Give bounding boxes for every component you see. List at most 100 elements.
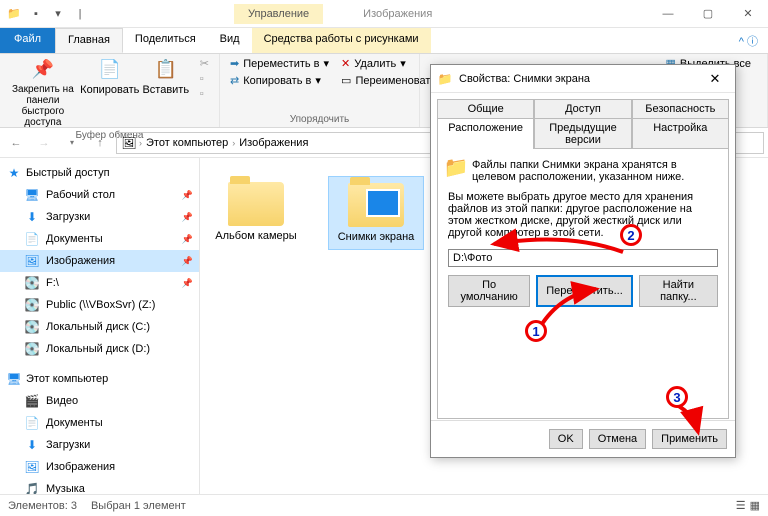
move-to-button[interactable]: ➡Переместить в ▾ xyxy=(226,56,333,71)
folder-icon: 📁 xyxy=(6,6,22,22)
pin-button[interactable]: 📌 Закрепить на панели быстрого доступа xyxy=(6,56,80,130)
nav-pictures2[interactable]: 🖼Изображения xyxy=(0,456,199,478)
contextual-tab-label: Управление xyxy=(234,4,323,24)
nav-videos[interactable]: 🎬Видео xyxy=(0,390,199,412)
crumb-pictures[interactable]: Изображения xyxy=(237,137,310,149)
nav-forward-button[interactable]: → xyxy=(32,131,56,155)
restore-default-button[interactable]: По умолчанию xyxy=(448,275,530,307)
ok-button[interactable]: OK xyxy=(549,429,583,449)
delete-label: Удалить xyxy=(354,58,396,70)
view-details-button[interactable]: ☰ xyxy=(736,499,746,512)
nav-public[interactable]: 💽Public (\\VBoxSvr) (Z:) xyxy=(0,294,199,316)
nav-quick-access[interactable]: ★Быстрый доступ xyxy=(0,162,199,184)
nav-up-button[interactable]: ↑ xyxy=(88,131,112,155)
navigation-pane: ★Быстрый доступ 🖥Рабочий стол📌 ⬇Загрузки… xyxy=(0,158,200,498)
ribbon-collapse-button[interactable]: ^ ⓘ xyxy=(729,28,768,53)
folder-icon: 📁 xyxy=(448,159,464,175)
tab-security[interactable]: Безопасность xyxy=(632,99,729,118)
ribbon-group-clipboard: 📌 Закрепить на панели быстрого доступа 📄… xyxy=(0,54,220,127)
nav-desktop[interactable]: 🖥Рабочий стол📌 xyxy=(0,184,199,206)
pictures-icon: 🖼 xyxy=(121,135,137,151)
dialog-tabs: Общие Доступ Безопасность Расположение П… xyxy=(431,93,735,149)
tab-view[interactable]: Вид xyxy=(208,28,252,53)
pin-label: Закрепить на панели быстрого доступа xyxy=(8,84,78,128)
move-button[interactable]: Переместить... xyxy=(536,275,633,307)
nav-d-drive[interactable]: 💽Локальный диск (D:) xyxy=(0,338,199,360)
documents-icon: 📄 xyxy=(24,231,40,247)
folder-label: Альбом камеры xyxy=(215,230,296,242)
copy-button[interactable]: 📄 Копировать xyxy=(84,56,136,98)
qat-item[interactable]: ▪ xyxy=(28,6,44,22)
find-target-button[interactable]: Найти папку... xyxy=(639,275,718,307)
copy-path-button[interactable]: ▫ xyxy=(196,72,213,86)
copy-to-icon: ⇄ xyxy=(230,74,239,87)
location-description-2: Вы можете выбрать другое место для хране… xyxy=(448,191,718,239)
videos-icon: 🎬 xyxy=(24,393,40,409)
downloads-icon: ⬇ xyxy=(24,209,40,225)
copy-label: Копировать xyxy=(80,84,139,96)
properties-dialog: 📁 Свойства: Снимки экрана ✕ Общие Доступ… xyxy=(430,64,736,458)
apply-button[interactable]: Применить xyxy=(652,429,727,449)
nav-downloads[interactable]: ⬇Загрузки📌 xyxy=(0,206,199,228)
network-drive-icon: 💽 xyxy=(24,297,40,313)
location-path-input[interactable] xyxy=(448,249,718,267)
nav-documents[interactable]: 📄Документы📌 xyxy=(0,228,199,250)
paste-button[interactable]: 📋 Вставить xyxy=(140,56,192,98)
copy-to-button[interactable]: ⇄Копировать в ▾ xyxy=(226,73,333,88)
pc-icon: 🖥 xyxy=(6,371,22,387)
tab-share[interactable]: Поделиться xyxy=(123,28,208,53)
cut-button[interactable]: ✂ xyxy=(196,56,213,71)
quick-access-toolbar: 📁 ▪ ▾ | xyxy=(0,6,94,22)
cancel-button[interactable]: Отмена xyxy=(589,429,646,449)
drive-icon: 💽 xyxy=(24,275,40,291)
pin-icon: 📌 xyxy=(31,58,55,82)
item-count: Элементов: 3 xyxy=(8,500,77,512)
nav-recent-button[interactable]: ▾ xyxy=(60,131,84,155)
paste-label: Вставить xyxy=(142,84,189,96)
status-bar: Элементов: 3 Выбран 1 элемент ☰ ▦ xyxy=(0,494,768,516)
view-icons-button[interactable]: ▦ xyxy=(750,499,760,512)
crumb-this-pc[interactable]: Этот компьютер xyxy=(144,137,230,149)
folder-label: Снимки экрана xyxy=(338,231,415,243)
nav-downloads2[interactable]: ⬇Загрузки xyxy=(0,434,199,456)
dialog-title: Свойства: Снимки экрана xyxy=(459,73,590,85)
drive-icon: 💽 xyxy=(24,341,40,357)
nav-pictures[interactable]: 🖼Изображения📌 xyxy=(0,250,199,272)
paste-icon: 📋 xyxy=(154,58,178,82)
tab-sharing[interactable]: Доступ xyxy=(534,99,631,118)
tab-previous-versions[interactable]: Предыдущие версии xyxy=(534,118,631,149)
folder-icon: 📁 xyxy=(437,71,453,87)
copy-icon: 📄 xyxy=(98,58,122,82)
paste-shortcut-button[interactable]: ▫ xyxy=(196,87,213,101)
nav-documents2[interactable]: 📄Документы xyxy=(0,412,199,434)
rename-icon: ▭ xyxy=(341,74,351,87)
dialog-close-button[interactable]: ✕ xyxy=(701,71,729,87)
tab-customize[interactable]: Настройка xyxy=(632,118,729,149)
qat-dropdown[interactable]: ▾ xyxy=(50,6,66,22)
tab-general[interactable]: Общие xyxy=(437,99,534,118)
tab-location[interactable]: Расположение xyxy=(437,118,534,149)
tab-picture-tools[interactable]: Средства работы с рисунками xyxy=(252,28,431,53)
window-title: Изображения xyxy=(363,8,432,20)
drive-icon: 💽 xyxy=(24,319,40,335)
pictures-icon: 🖼 xyxy=(24,253,40,269)
close-button[interactable]: ✕ xyxy=(728,0,768,28)
folder-icon xyxy=(348,183,404,227)
cut-icon: ✂ xyxy=(200,57,209,70)
folder-screenshots[interactable]: Снимки экрана xyxy=(328,176,424,250)
nav-back-button[interactable]: ← xyxy=(4,131,28,155)
ribbon-group-organize: ➡Переместить в ▾ ⇄Копировать в ▾ ✕Удалит… xyxy=(220,54,420,127)
nav-f-drive[interactable]: 💽F:\📌 xyxy=(0,272,199,294)
maximize-button[interactable]: ▢ xyxy=(688,0,728,28)
move-icon: ➡ xyxy=(230,57,239,70)
nav-this-pc[interactable]: 🖥Этот компьютер xyxy=(0,368,199,390)
star-icon: ★ xyxy=(6,165,22,181)
tab-file[interactable]: Файл xyxy=(0,28,55,53)
copy-to-label: Копировать в xyxy=(243,75,311,87)
pictures-icon: 🖼 xyxy=(24,459,40,475)
folder-camera-roll[interactable]: Альбом камеры xyxy=(208,176,304,248)
tab-home[interactable]: Главная xyxy=(55,28,123,53)
dialog-titlebar[interactable]: 📁 Свойства: Снимки экрана ✕ xyxy=(431,65,735,93)
nav-c-drive[interactable]: 💽Локальный диск (C:) xyxy=(0,316,199,338)
minimize-button[interactable]: — xyxy=(648,0,688,28)
